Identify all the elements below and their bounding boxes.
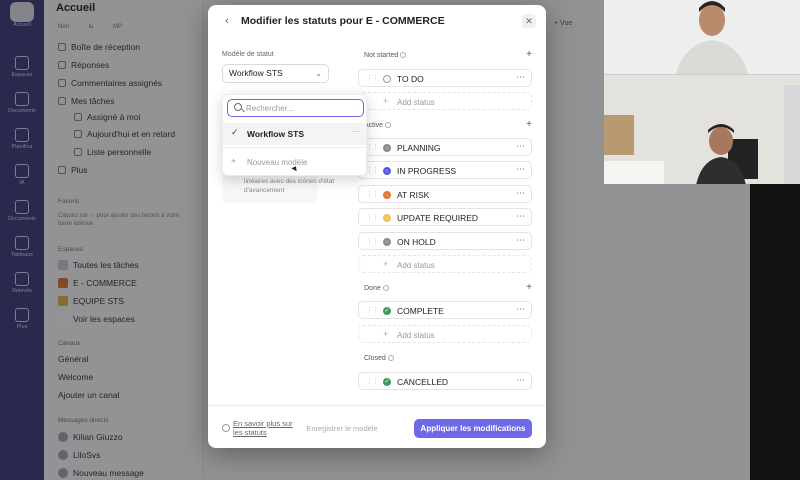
search-icon [234, 103, 242, 111]
status-color-icon[interactable] [383, 190, 391, 199]
group-head: Closed [364, 355, 394, 362]
status-color-icon[interactable] [383, 143, 391, 152]
more-options-icon[interactable]: ⋯ [516, 141, 525, 152]
info-icon [382, 285, 389, 292]
drag-handle-icon[interactable]: ⋮⋮ [366, 190, 379, 198]
status-row[interactable]: ⋮⋮ IN PROGRESS ⋯ [358, 161, 532, 179]
status-label: PLANNING [397, 143, 441, 153]
status-row[interactable]: ⋮⋮ AT RISK ⋯ [358, 185, 532, 203]
chevron-left-icon: ‹ [225, 15, 229, 27]
plus-icon: + [383, 259, 389, 269]
drag-handle-icon[interactable]: ⋮⋮ [366, 143, 379, 151]
add-status-label: Add status [397, 260, 435, 270]
dark-strip [750, 184, 800, 480]
status-row[interactable]: ⋮⋮ PLANNING ⋯ [358, 138, 532, 156]
video-participant-1 [604, 0, 800, 74]
status-color-icon[interactable] [383, 237, 391, 246]
status-label: IN PROGRESS [397, 166, 457, 176]
add-status-label: Add status [397, 330, 435, 340]
status-color-icon[interactable] [383, 74, 391, 83]
drag-handle-icon[interactable]: ⋮⋮ [366, 74, 379, 82]
info-icon [385, 122, 392, 129]
drag-handle-icon[interactable]: ⋮⋮ [366, 213, 379, 221]
check-icon: ✓ [231, 127, 239, 137]
model-select-value: Workflow STS [229, 68, 283, 78]
add-status-label: Add status [397, 97, 435, 107]
status-label: AT RISK [397, 190, 430, 200]
more-options-icon[interactable]: ⋯ [516, 375, 525, 386]
option-workflow-sts[interactable]: ✓ Workflow STS ⋯ [223, 123, 366, 145]
learn-more-link[interactable]: En savoir plus sur les statuts [233, 419, 293, 437]
more-options-icon[interactable]: ⋯ [516, 72, 525, 83]
more-options-icon[interactable]: ⋯ [516, 235, 525, 246]
status-color-icon[interactable]: ✓ [383, 377, 391, 386]
status-row[interactable]: ⋮⋮ TO DO ⋯ [358, 69, 532, 87]
drag-handle-icon[interactable]: ⋮⋮ [366, 377, 379, 385]
status-groups: Not started + ⋮⋮ TO DO ⋯ + Add status Active + ⋮⋮… [358, 5, 534, 405]
modal-footer: En savoir plus sur les statuts Enregistr… [208, 405, 546, 448]
save-model-button[interactable]: Enregistrer le modèle [296, 419, 388, 438]
status-color-icon[interactable]: ✓ [383, 306, 391, 315]
help-icon [222, 424, 230, 432]
status-label: ON HOLD [397, 237, 436, 247]
drag-handle-icon[interactable]: ⋮⋮ [366, 237, 379, 245]
status-color-icon[interactable] [383, 166, 391, 175]
info-icon [400, 52, 407, 59]
status-label: CANCELLED [397, 377, 449, 387]
model-label: Modèle de statut [222, 51, 274, 58]
status-label: TO DO [397, 74, 424, 84]
group-name: Not started [364, 52, 399, 59]
group-name: Done [364, 285, 381, 292]
status-row[interactable]: ⋮⋮ ON HOLD ⋯ [358, 232, 532, 250]
add-group-status-icon[interactable]: + [526, 119, 532, 130]
more-options-icon[interactable]: ⋯ [516, 164, 525, 175]
drag-handle-icon[interactable]: ⋮⋮ [366, 166, 379, 174]
search-box[interactable] [227, 99, 364, 117]
status-row[interactable]: ⋮⋮ UPDATE REQUIRED ⋯ [358, 208, 532, 226]
template-dropdown: ✓ Workflow STS ⋯ + Nouveau modèle [222, 94, 367, 176]
status-color-icon[interactable] [383, 213, 391, 222]
group-head: Not started [364, 52, 407, 59]
template-description: linéaires avec des icônes d'état d'avanc… [244, 178, 335, 194]
add-group-status-icon[interactable]: + [526, 49, 532, 60]
add-group-status-icon[interactable]: + [526, 282, 532, 293]
status-label: COMPLETE [397, 306, 444, 316]
more-options-icon[interactable]: ⋯ [516, 304, 525, 315]
plus-icon: + [383, 329, 389, 339]
template-column: Modèle de statut Workflow STS ⌄ [222, 51, 342, 203]
more-options-icon[interactable]: ⋯ [516, 188, 525, 199]
dropdown-divider [223, 147, 366, 148]
option-more-icon[interactable]: ⋯ [352, 127, 360, 136]
status-row[interactable]: ⋮⋮ ✓ CANCELLED ⋯ [358, 372, 532, 390]
video-participant-2 [604, 74, 800, 184]
group-name: Closed [364, 355, 386, 362]
apply-changes-button[interactable]: Appliquer les modifications [414, 419, 532, 438]
plus-icon: + [383, 96, 389, 106]
info-icon [387, 355, 394, 362]
status-row[interactable]: ⋮⋮ ✓ COMPLETE ⋯ [358, 301, 532, 319]
participant-1-image [604, 0, 800, 74]
option-workflow-sts-label: Workflow STS [247, 129, 304, 139]
add-status-button[interactable]: + Add status [358, 325, 532, 343]
plus-icon: + [231, 156, 237, 166]
model-select[interactable]: Workflow STS ⌄ [222, 64, 329, 83]
status-label: UPDATE REQUIRED [397, 213, 479, 223]
participant-2-image [604, 75, 800, 184]
add-status-button[interactable]: + Add status [358, 92, 532, 110]
drag-handle-icon[interactable]: ⋮⋮ [366, 306, 379, 314]
group-head: Active [364, 122, 392, 129]
add-status-button[interactable]: + Add status [358, 255, 532, 273]
search-input[interactable] [246, 102, 356, 114]
edit-statuses-modal: ‹ Modifier les statuts pour E - COMMERCE… [208, 5, 546, 448]
group-head: Done [364, 285, 389, 292]
option-new-template-label: Nouveau modèle [247, 158, 308, 167]
back-button[interactable]: ‹ [220, 14, 234, 28]
chevron-down-icon: ⌄ [315, 69, 322, 78]
more-options-icon[interactable]: ⋯ [516, 211, 525, 222]
